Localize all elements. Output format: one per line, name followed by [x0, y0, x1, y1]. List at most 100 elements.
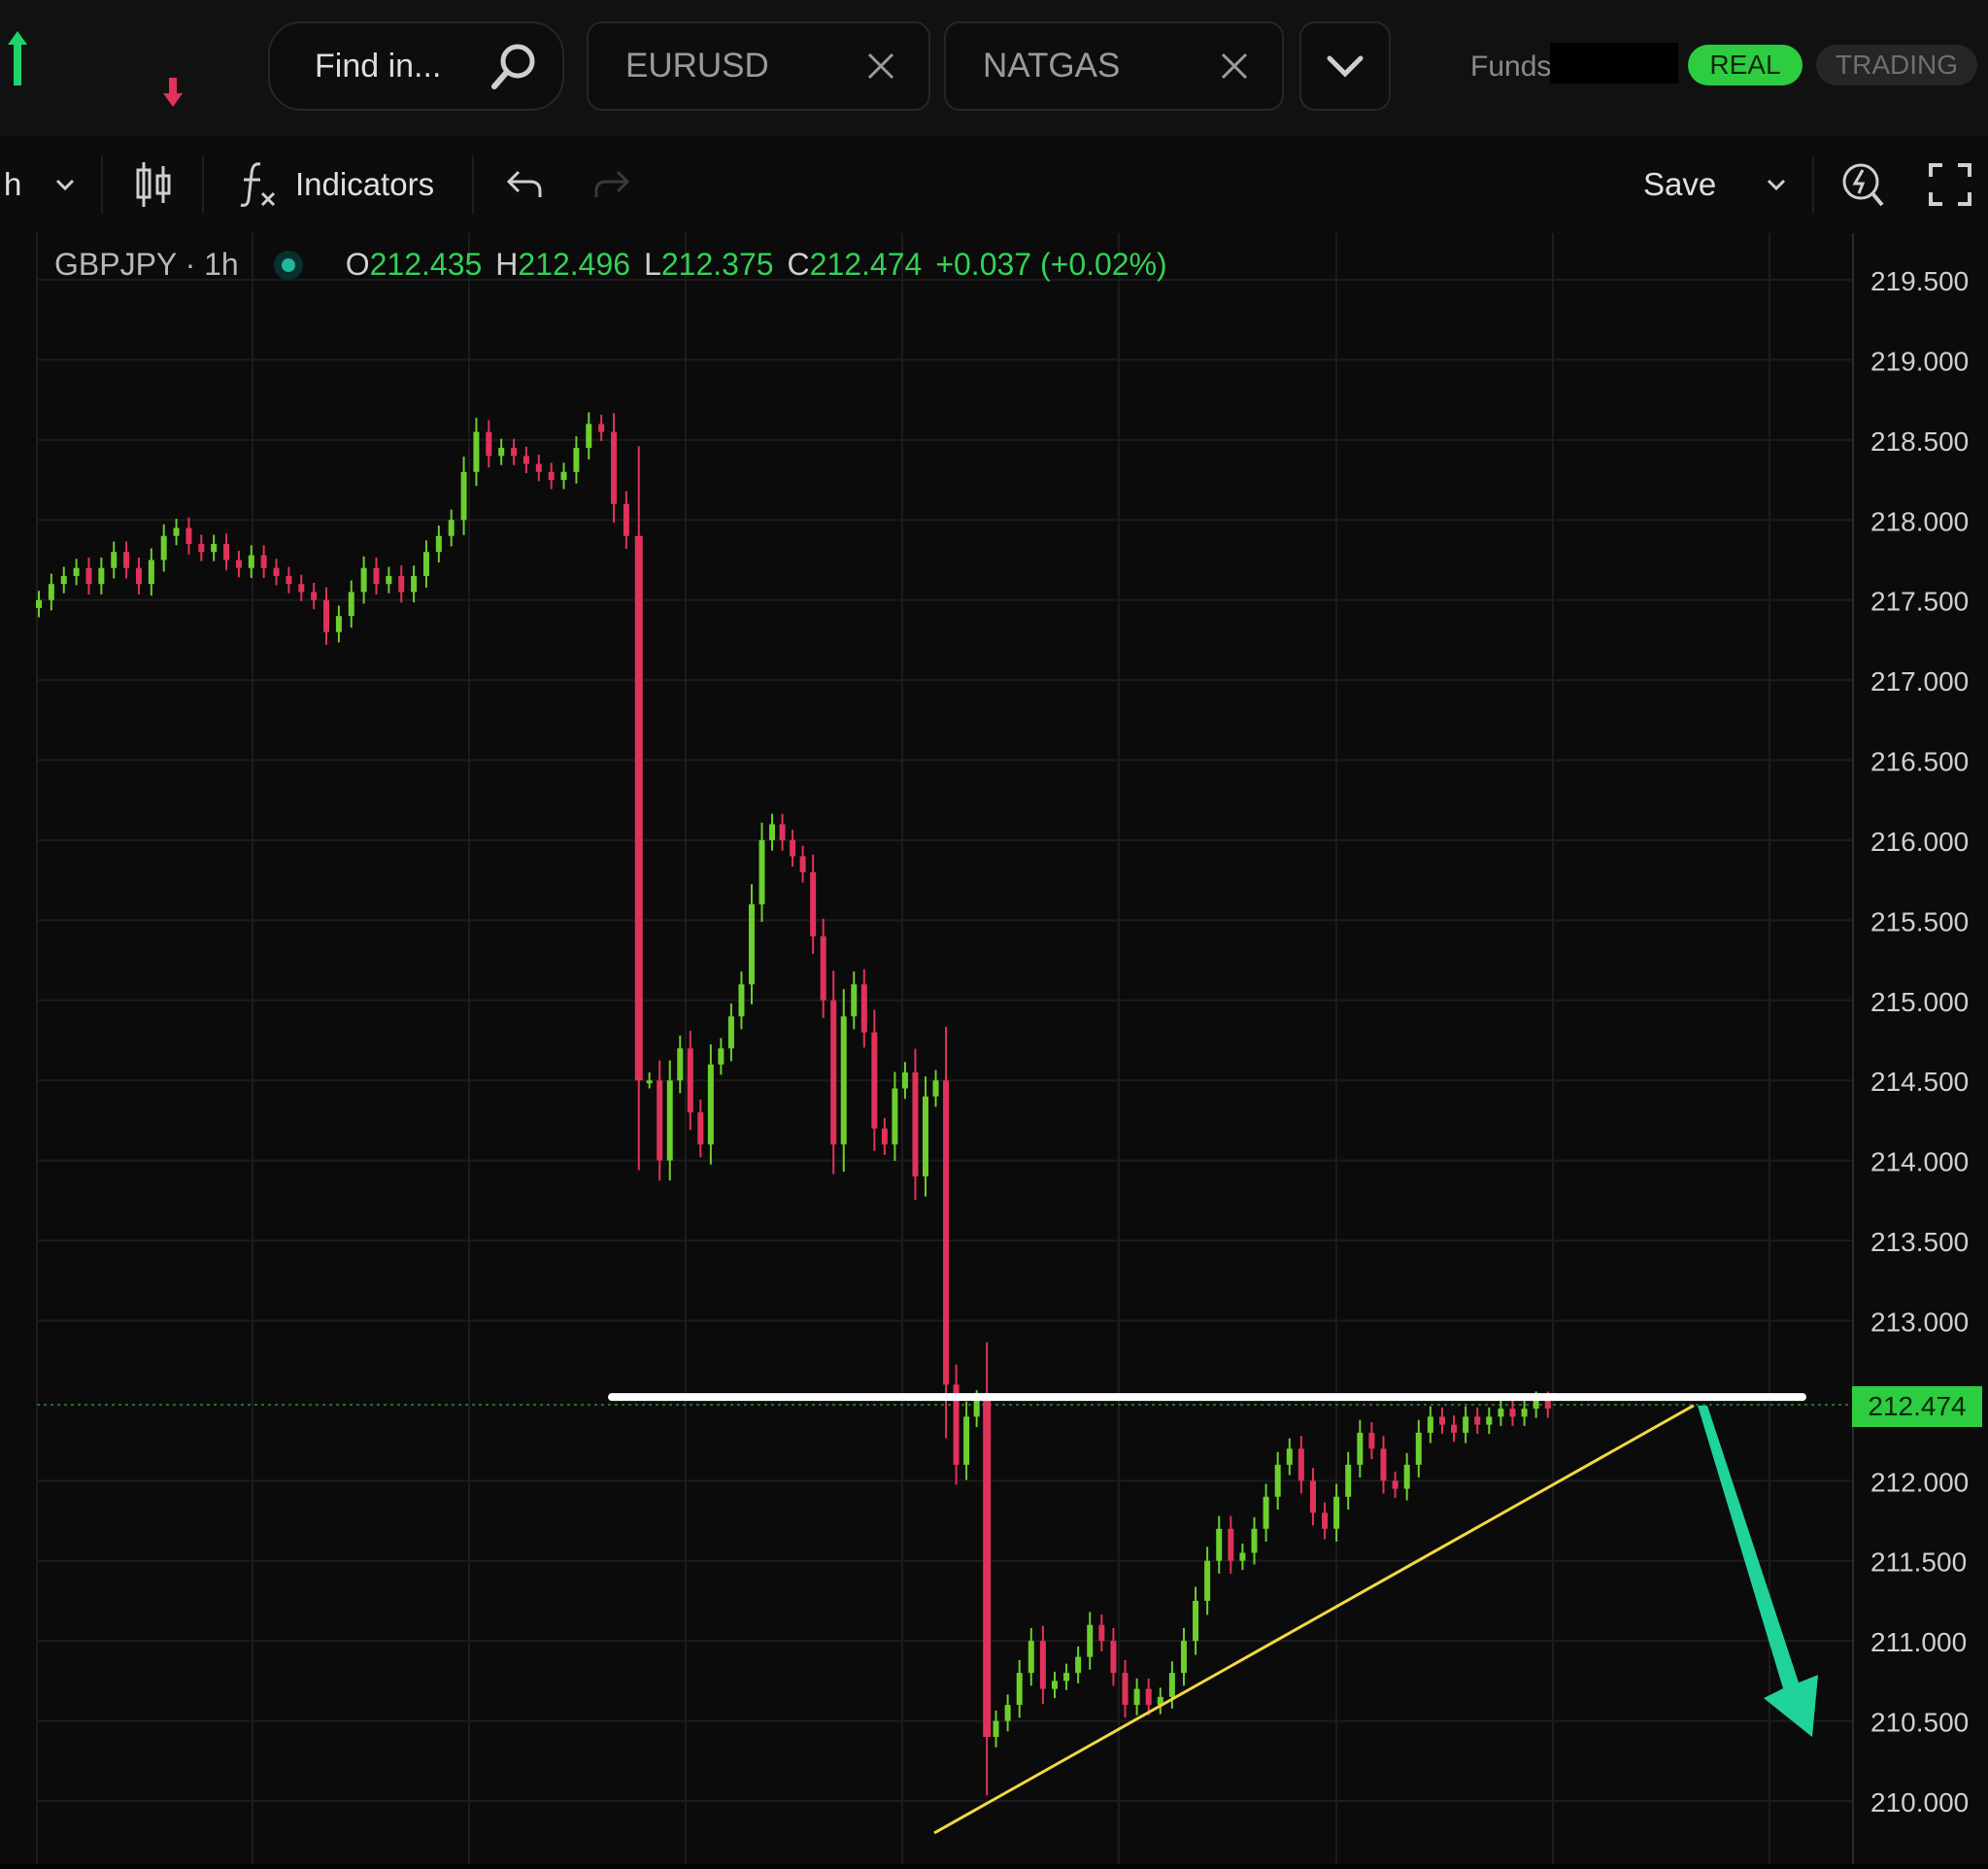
candle: [435, 535, 442, 553]
search-box[interactable]: Find in...: [268, 21, 564, 111]
save-menu-button[interactable]: [1766, 136, 1787, 233]
search-input[interactable]: Find in...: [315, 48, 441, 85]
candle: [860, 984, 867, 1033]
candle: [943, 1080, 950, 1385]
candle: [810, 871, 817, 936]
y-tick-label: 210.500: [1870, 1708, 1969, 1738]
price-chart[interactable]: 219.500 219.000 218.500 218.000 217.500 217.0…: [0, 233, 1988, 1864]
open-key: O: [345, 247, 370, 282]
candle: [912, 1071, 919, 1177]
candle: [840, 1016, 847, 1145]
candle: [148, 560, 154, 585]
candle: [598, 424, 605, 432]
candle: [1345, 1464, 1352, 1497]
save-button[interactable]: Save: [1643, 136, 1716, 233]
y-tick-label: 212.000: [1870, 1467, 1969, 1497]
fullscreen-icon: [1929, 163, 1971, 206]
candle: [173, 527, 180, 536]
candle: [1498, 1409, 1504, 1417]
fullscreen-button[interactable]: [1929, 136, 1971, 233]
toolbar-divider: [472, 155, 474, 214]
candle: [486, 431, 492, 457]
candle: [748, 903, 755, 985]
candle: [98, 567, 105, 585]
candle: [273, 567, 280, 576]
candle: [993, 1720, 999, 1738]
candle: [707, 1064, 714, 1145]
tab-natgas[interactable]: NATGAS: [944, 21, 1284, 111]
candle: [666, 1080, 673, 1161]
indicators-button[interactable]: Indicators: [239, 136, 434, 233]
y-tick-label: 217.000: [1870, 666, 1969, 697]
redo-button[interactable]: [592, 136, 631, 233]
candle: [160, 535, 167, 561]
candle: [769, 824, 776, 840]
candle: [718, 1048, 724, 1065]
candle: [248, 555, 254, 568]
close-icon[interactable]: [866, 51, 895, 81]
candle: [1297, 1448, 1304, 1481]
funds-label: Funds:: [1470, 51, 1560, 83]
interval-label: h: [4, 166, 22, 202]
undo-button[interactable]: [505, 136, 544, 233]
candle: [1451, 1424, 1458, 1433]
candle: [498, 448, 505, 457]
candle: [411, 575, 418, 593]
high-value: 212.496: [518, 247, 631, 282]
candle: [1427, 1416, 1433, 1433]
interval-selector[interactable]: h: [4, 136, 76, 233]
candle: [1322, 1512, 1329, 1529]
candle: [687, 1048, 693, 1113]
candle: [1438, 1416, 1445, 1425]
top-bar: Find in... EURUSD NATGAS Funds: REAL TRA…: [0, 0, 1988, 136]
chart-type-button[interactable]: [134, 136, 173, 233]
candle: [311, 592, 318, 600]
candle: [1039, 1641, 1046, 1689]
change-value: +0.037 (+0.02%): [935, 247, 1167, 282]
symbol-label[interactable]: GBPJPY · 1h: [54, 247, 239, 283]
candle: [871, 1032, 878, 1129]
candle: [560, 471, 567, 481]
candle: [1357, 1432, 1364, 1465]
investizo-logo[interactable]: [6, 29, 239, 107]
candle: [1263, 1496, 1269, 1529]
chart-area[interactable]: 219.500 219.000 218.500 218.000 217.500 217.0…: [0, 233, 1988, 1864]
quick-search-button[interactable]: [1839, 136, 1886, 233]
ohlc-legend: GBPJPY · 1h O 212.435 H 212.496 L 212.37…: [54, 247, 1167, 283]
account-trading-toggle[interactable]: TRADING: [1816, 45, 1977, 85]
toolbar-divider: [1812, 155, 1814, 214]
candle: [85, 567, 92, 585]
candle: [1239, 1552, 1246, 1561]
close-icon[interactable]: [1220, 51, 1249, 81]
candle: [634, 535, 643, 1081]
y-tick-label: 219.000: [1870, 346, 1969, 376]
candle: [1251, 1528, 1258, 1553]
y-tick-label: 211.000: [1870, 1627, 1967, 1657]
candle: [697, 1112, 704, 1145]
funds-value-redacted: [1550, 43, 1678, 84]
y-tick-label: 211.500: [1870, 1547, 1967, 1578]
candle: [73, 567, 80, 576]
candle: [1216, 1528, 1223, 1561]
candle: [623, 503, 629, 536]
candle: [727, 1016, 734, 1049]
candle: [573, 448, 580, 472]
account-real-toggle[interactable]: REAL: [1688, 45, 1803, 85]
candle: [473, 431, 480, 472]
candle: [1533, 1400, 1539, 1410]
save-label: Save: [1643, 166, 1717, 202]
tab-eurusd[interactable]: EURUSD: [587, 21, 930, 111]
candle: [738, 984, 745, 1017]
close-key: C: [787, 247, 810, 282]
y-tick-label: 215.000: [1870, 987, 1969, 1017]
candle: [1145, 1688, 1152, 1706]
search-icon[interactable]: [489, 40, 541, 92]
toolbar-divider: [202, 155, 204, 214]
high-key: H: [495, 247, 519, 282]
candle: [373, 567, 380, 585]
candle: [1122, 1673, 1129, 1706]
candle: [360, 567, 367, 593]
candle: [1075, 1656, 1082, 1674]
tabs-dropdown-button[interactable]: [1299, 21, 1391, 111]
candle: [1380, 1448, 1387, 1481]
